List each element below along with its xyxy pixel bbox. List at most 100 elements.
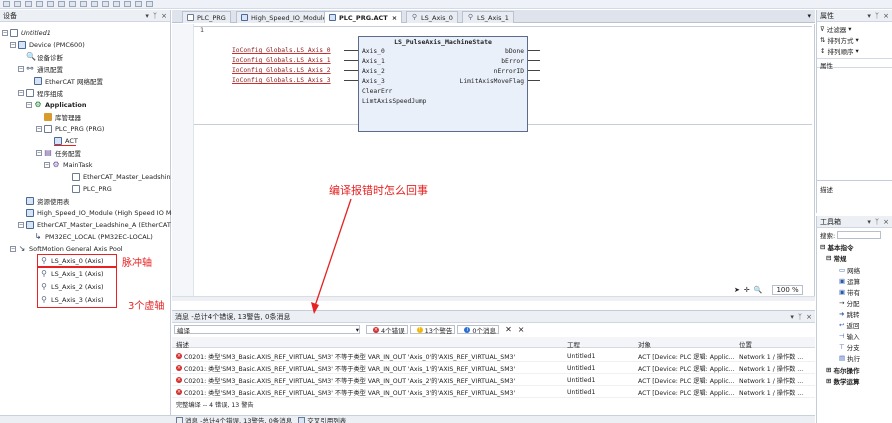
cfc-editor[interactable]: 1 IoConfig_Globals.LS_Axis_0 IoConfig_Gl…	[172, 24, 815, 301]
fb-input-clearerr[interactable]: ClearErr	[362, 87, 426, 97]
tree-item-plc-prg-call[interactable]: PLC_PRG	[72, 183, 112, 194]
zoom-level[interactable]: 100 %	[772, 285, 803, 295]
close-tab-icon[interactable]: ×	[392, 14, 397, 22]
zoom-icon[interactable]: 🔍	[754, 286, 763, 294]
collapse-icon[interactable]: −	[10, 245, 16, 252]
pin-icon[interactable]: ᛉ	[153, 12, 157, 20]
close-icon[interactable]: ×	[883, 218, 889, 226]
message-row[interactable]: × C0201: 类型'SM3_Basic.AXIS_REF_VIRTUAL_S…	[172, 375, 815, 386]
tab-plc-prg[interactable]: PLC_PRG	[182, 11, 231, 23]
toolbox-group-general[interactable]: ⊟ 常规	[826, 253, 846, 263]
input-var-3[interactable]: IoConfig_Globals.LS_Axis_3	[232, 76, 331, 86]
toolbox-group-basic[interactable]: ⊟ 基本指令	[820, 242, 853, 252]
toolbar-icon[interactable]	[80, 1, 87, 7]
toolbar-icon[interactable]	[3, 1, 10, 7]
fb-input-axis-2[interactable]: Axis_2	[362, 67, 426, 77]
fb-input-axis-3[interactable]: Axis_3	[362, 77, 426, 87]
collapse-icon[interactable]: −	[18, 221, 24, 228]
warning-filter-button[interactable]: ! 13个警告	[409, 325, 456, 335]
tab-hsio[interactable]: High_Speed_IO_Module	[236, 11, 332, 23]
fb-output-limit-flag[interactable]: LimitAxisMoveFlag	[460, 77, 524, 87]
tree-item-library[interactable]: 库管理器	[44, 111, 81, 122]
toolbar-icon[interactable]	[58, 1, 65, 7]
pin-icon[interactable]: ᛉ	[875, 218, 879, 226]
tree-item-plc-prg[interactable]: − PLC_PRG (PRG)	[36, 123, 104, 134]
tree-item-project[interactable]: − Untitled1	[2, 27, 51, 38]
tree-item-hsio[interactable]: High_Speed_IO_Module (High Speed IO Mo	[26, 207, 175, 218]
function-block[interactable]: LS_PulseAxis_MachineState Axis_0 Axis_1 …	[358, 36, 528, 132]
toolbar-icon[interactable]	[146, 1, 153, 7]
pane-menu-icon[interactable]: ▾	[867, 12, 871, 20]
error-filter-button[interactable]: × 4个错误	[366, 325, 408, 335]
pane-menu-icon[interactable]: ▾	[790, 313, 794, 321]
toolbar-icon[interactable]	[25, 1, 32, 7]
toolbar-icon[interactable]	[135, 1, 142, 7]
tree-item-task-config[interactable]: − ▤ 任务配置	[36, 147, 81, 158]
filter-button[interactable]: ⊽ 过滤器 ▾	[820, 24, 852, 34]
toolbox-item[interactable]: ↩ 返回	[839, 320, 859, 330]
close-icon[interactable]: ×	[161, 12, 167, 20]
collapse-icon[interactable]: −	[18, 89, 24, 96]
fb-output-berror[interactable]: bError	[460, 57, 524, 67]
message-row[interactable]: × C0201: 类型'SM3_Basic.AXIS_REF_VIRTUAL_S…	[172, 351, 815, 362]
message-row[interactable]: × C0201: 类型'SM3_Basic.AXIS_REF_VIRTUAL_S…	[172, 387, 815, 398]
toolbox-group-math[interactable]: ⊞ 数学运算	[826, 376, 859, 386]
info-filter-button[interactable]: i 0个消息	[457, 325, 500, 335]
toolbox-item[interactable]: ⊤ 分支	[839, 342, 860, 352]
collapse-icon[interactable]: ⊟	[826, 254, 831, 262]
tree-item-device[interactable]: − Device (PMC600)	[10, 39, 85, 50]
fb-input-limit-speed[interactable]: LimtAxisSpeedJump	[362, 97, 426, 107]
expand-icon[interactable]: ⊞	[826, 366, 831, 374]
message-summary-row[interactable]: 完整编译 -- 4 错误, 13 警告	[172, 399, 815, 410]
toolbox-item[interactable]: ▣ 带有	[839, 287, 860, 297]
close-icon[interactable]: ×	[806, 313, 812, 321]
toolbar-icon[interactable]	[14, 1, 21, 7]
collapse-icon[interactable]: −	[26, 101, 32, 108]
tree-item-program[interactable]: − 程序组成	[18, 87, 63, 98]
close-icon[interactable]: ×	[883, 12, 889, 20]
col-desc[interactable]: 描述	[176, 339, 189, 349]
collapse-icon[interactable]: −	[10, 41, 16, 48]
fb-input-axis-1[interactable]: Axis_1	[362, 57, 426, 67]
tree-item-resources[interactable]: 资源使用表	[26, 195, 70, 206]
tree-item-ethercat-config[interactable]: EtherCAT 网络配置	[34, 75, 103, 86]
toolbar-icon[interactable]	[47, 1, 54, 7]
tree-item-maintask[interactable]: − ⚙ MainTask	[44, 159, 93, 170]
clear-filter-icon[interactable]: ⨯	[518, 325, 525, 334]
toolbar-icon[interactable]	[124, 1, 131, 7]
collapse-icon[interactable]: −	[36, 149, 42, 156]
collapse-icon[interactable]: −	[44, 161, 50, 168]
toolbar-icon[interactable]	[69, 1, 76, 7]
message-row[interactable]: × C0201: 类型'SM3_Basic.AXIS_REF_VIRTUAL_S…	[172, 363, 815, 374]
sort-order-button[interactable]: ↕ 排列顺序 ▾	[820, 46, 859, 56]
toolbox-item[interactable]: ▣ 运算	[839, 276, 860, 286]
toolbox-item[interactable]: ▭ 网络	[839, 265, 860, 275]
pane-menu-icon[interactable]: ▾	[867, 218, 871, 226]
tab-plc-prg-act[interactable]: PLC_PRG.ACT ×	[324, 11, 403, 23]
clear-icon[interactable]: ✕	[505, 325, 512, 334]
input-var-1[interactable]: IoConfig_Globals.LS_Axis_1	[232, 56, 331, 66]
tree-item-comm[interactable]: − ⚯ 通讯配置	[18, 63, 63, 74]
col-pos[interactable]: 位置	[739, 339, 752, 349]
col-object[interactable]: 对象	[638, 339, 651, 349]
toolbar-icon[interactable]	[91, 1, 98, 7]
tree-item-ethercat-master[interactable]: − EtherCAT_Master_Leadshine_A (EtherCAT …	[18, 219, 175, 230]
pin-icon[interactable]: ᛉ	[798, 313, 802, 321]
fb-input-axis-0[interactable]: Axis_0	[362, 47, 426, 57]
fb-output-bdone[interactable]: bDone	[460, 47, 524, 57]
fb-output-nerrorid[interactable]: nErrorID	[460, 67, 524, 77]
collapse-icon[interactable]: −	[36, 125, 42, 132]
tree-item-axis-pool[interactable]: − ↘ SoftMotion General Axis Pool	[10, 243, 123, 254]
tree-item-application[interactable]: − ⚙ Application	[26, 99, 86, 110]
tree-item-diagnosis[interactable]: 🔍 设备诊断	[26, 51, 63, 62]
toolbox-group-bool[interactable]: ⊞ 布尔操作	[826, 365, 859, 375]
search-input[interactable]	[837, 231, 882, 239]
editor-hscroll[interactable]	[172, 296, 815, 301]
toolbar-icon[interactable]	[113, 1, 120, 7]
expand-icon[interactable]: ⊞	[826, 377, 831, 385]
toolbox-item[interactable]: ➜ 跳转	[839, 309, 859, 319]
toolbox-item[interactable]: → 分配	[839, 298, 859, 308]
input-var-2[interactable]: IoConfig_Globals.LS_Axis_2	[232, 66, 331, 76]
tab-ls-axis-0[interactable]: ⚲ LS_Axis_0	[406, 11, 458, 23]
tab-ls-axis-1[interactable]: ⚲ LS_Axis_1	[462, 11, 514, 23]
